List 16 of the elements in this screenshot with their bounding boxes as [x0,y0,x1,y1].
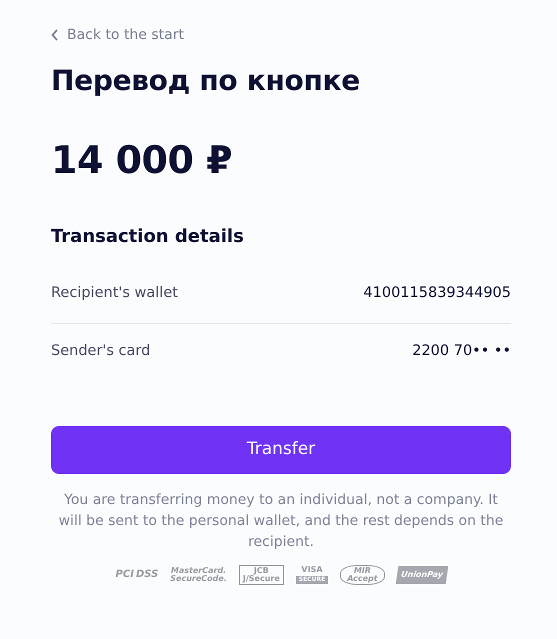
security-logo: MasterCard. SecureCode. [170,566,227,584]
security-logo: UnionPay [395,566,448,584]
page-title: Перевод по кнопке [51,64,361,98]
back-link[interactable]: Back to the start [51,24,184,46]
section-heading: Transaction details [51,224,245,249]
chevron-left-icon [51,29,59,41]
transfer-button[interactable]: Transfer [51,426,511,474]
disclaimer-text: You are transferring money to an individual, not a company. It will be sent to the personal wallet, and the rest depends on the recipient. [58,490,504,552]
security-logo: JCB J/Secure [238,564,284,586]
detail-value: 2200 70•• •• [412,342,511,361]
detail-value: 4100115839344905 [363,284,511,304]
amount: 14 000 ₽ [51,136,234,184]
security-logo: PCI DSS [116,570,158,580]
detail-label: Recipient's wallet [51,284,178,304]
detail-label: Sender's card [51,342,150,361]
security-logo: MIR Accept [340,564,385,586]
